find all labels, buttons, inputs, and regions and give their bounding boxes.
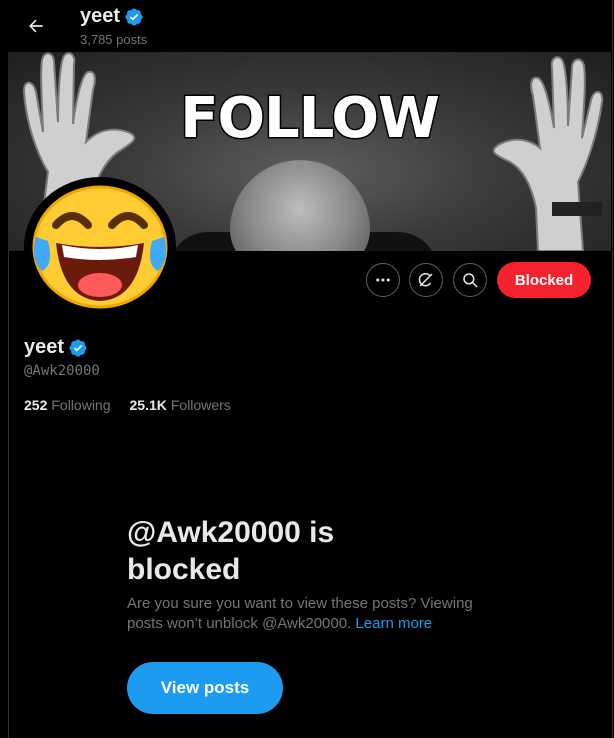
profile-avatar[interactable] (24, 177, 176, 317)
more-button[interactable] (366, 263, 400, 297)
post-count: 3,785 posts (80, 32, 148, 47)
grok-icon (418, 273, 433, 287)
profile-stats: 252 Following 25.1K Followers (24, 397, 231, 413)
followers-label: Followers (170, 397, 231, 413)
followers-count: 25.1K (129, 397, 167, 413)
profile-name-text: yeet (24, 336, 65, 358)
verified-badge-icon (125, 7, 143, 26)
header-display-name: yeet (80, 5, 144, 28)
tears-of-joy-emoji (32, 185, 168, 309)
column-border-right (612, 0, 613, 738)
following-count: 252 (24, 397, 48, 413)
profile-display-name: yeet (24, 336, 88, 359)
back-button[interactable] (22, 12, 50, 40)
followers-link[interactable]: 25.1K Followers (130, 397, 231, 413)
profile-handle: @Awk20000 (24, 363, 100, 379)
following-label: Following (51, 397, 111, 413)
learn-more-link[interactable]: Learn more (355, 615, 432, 632)
arrow-left-icon (29, 19, 43, 33)
verified-badge-icon[interactable] (68, 338, 88, 358)
more-horizontal-icon (376, 278, 390, 282)
banner-caption: FOLLOW (179, 85, 442, 153)
blocked-title: @Awk20000 is blocked (127, 516, 335, 586)
following-link[interactable]: 252 Following (24, 397, 111, 413)
profile-header: yeet 3,785 posts (8, 0, 612, 52)
right-hand-image (492, 56, 604, 251)
header-name-text: yeet (80, 5, 121, 27)
blocked-description: Are you sure you want to view these post… (127, 594, 497, 634)
grok-button[interactable] (409, 263, 443, 297)
view-posts-button[interactable]: View posts (127, 662, 283, 714)
blocked-button[interactable]: Blocked (497, 262, 591, 298)
search-button[interactable] (453, 263, 487, 297)
search-icon (463, 273, 478, 288)
profile-page: yeet 3,785 posts FOLLOW Blocked yeet @Aw… (0, 0, 614, 738)
